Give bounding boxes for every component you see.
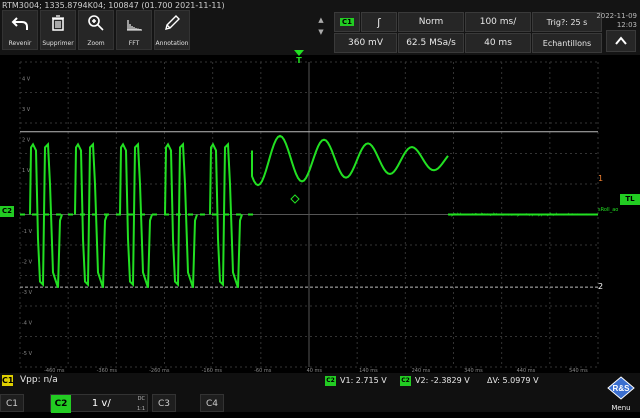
plot-annotation: sRoll_ao (598, 207, 618, 213)
cursor-1-label[interactable]: 1 (598, 174, 606, 184)
expand-button[interactable] (606, 30, 636, 52)
menu-button[interactable]: R&S Menu (604, 376, 638, 412)
acquisition-mode-cell[interactable]: Echantillons (532, 33, 602, 53)
y-tick-label: 3 V (22, 107, 31, 113)
y-tick-label: 1 V (22, 168, 31, 174)
trigger-level-cell[interactable]: 360 mV (334, 33, 397, 53)
zoom-button[interactable]: Zoom (78, 10, 114, 50)
annotation-label: Annotation (155, 40, 189, 47)
channel-2-badge: C2 (51, 395, 71, 413)
delete-label: Supprimer (41, 40, 75, 47)
zoom-label: Zoom (79, 40, 113, 47)
fft-label: FFT (117, 40, 151, 47)
sample-rate-cell[interactable]: 62.5 MSa/s (398, 33, 464, 53)
top-toolbar: RTM3004; 1335.8794K04; 100847 (01.700 20… (0, 0, 640, 55)
menu-label: Menu (604, 404, 638, 412)
undo-label: Revenir (3, 40, 37, 47)
trigger-mode-cell[interactable]: Norm (398, 12, 464, 32)
chevron-up-icon: ▲ (316, 14, 326, 26)
y-tick-label: -2 V (22, 259, 33, 265)
y-axis-labels: 4 V 3 V 2 V 1 V -1 V -2 V -3 V -4 V -5 V (22, 76, 33, 357)
datetime: 2022-11-09 12:03 (596, 12, 637, 30)
trigger-level-marker[interactable]: TL (620, 194, 640, 205)
cursor-2-label[interactable]: 2 (598, 282, 606, 292)
cursor-delta-value: ΔV: 5.0979 V (487, 376, 539, 385)
undo-arrow-icon (11, 15, 29, 31)
time-text: 12:03 (596, 21, 637, 30)
date-text: 2022-11-09 (596, 12, 637, 21)
channel-3-button[interactable]: C3 (152, 394, 176, 412)
channel-2-button[interactable]: C2 1 v/ DC 1:1 (50, 394, 148, 412)
channel-4-button[interactable]: C4 (200, 394, 224, 412)
trigger-point-icon (291, 195, 299, 203)
logo-text: R&S (613, 384, 631, 393)
measurement-channel-badge: C1 (2, 375, 13, 386)
trigger-marker-label: T (296, 56, 301, 65)
channel-1-button[interactable]: C1 (0, 394, 24, 412)
pencil-icon (163, 15, 181, 31)
trigger-edge-cell[interactable]: ʃ (361, 12, 397, 32)
zoom-magnifier-icon (87, 15, 105, 31)
cursor-v1-value: V1: 2.715 V (340, 376, 387, 385)
y-tick-label: 2 V (22, 137, 31, 143)
waveform-display[interactable]: 4 V3 V2 V1 V-1 V-2 V-3 V-4 V-5 V -460 ms… (0, 55, 620, 373)
channel-2-probe: 1:1 (137, 400, 145, 418)
fft-button[interactable]: FFT (116, 10, 152, 50)
trigger-count-cell[interactable]: Trig?: 25 s (532, 12, 602, 32)
y-tick-label: -1 V (22, 229, 33, 235)
trigger-arrow-icon (294, 50, 304, 56)
v1-channel-badge: C2 (325, 376, 336, 386)
trigger-source-cell[interactable]: C1 (334, 12, 360, 32)
trigger-channel-badge: C1 (340, 18, 354, 26)
measurement-vpp[interactable]: Vpp: n/a (20, 375, 58, 385)
cursor-v2-value: V2: -2.3829 V (415, 376, 470, 385)
channel-2-scale: 1 v/ (92, 398, 111, 409)
trash-icon (49, 15, 67, 31)
annotation-button[interactable]: Annotation (154, 10, 190, 50)
fft-spectrum-icon (125, 15, 143, 31)
device-info: RTM3004; 1335.8794K04; 100847 (01.700 20… (2, 1, 225, 10)
trigger-position-marker[interactable]: T (293, 50, 305, 66)
v2-channel-badge: C2 (400, 376, 411, 386)
record-time-cell[interactable]: 40 ms (465, 33, 531, 53)
y-tick-label: -4 V (22, 320, 33, 326)
chevron-up-icon (614, 34, 628, 48)
time-scale-cell[interactable]: 100 ms/ (465, 12, 531, 32)
channel-offset-marker[interactable]: C2 (0, 206, 14, 217)
undo-button[interactable]: Revenir (2, 10, 38, 50)
rs-logo-icon: R&S (606, 376, 636, 400)
y-tick-label: -5 V (22, 351, 33, 357)
panel-scroll-arrows[interactable]: ▲ ▼ (316, 14, 326, 50)
y-tick-label: 4 V (22, 76, 31, 82)
delete-button[interactable]: Supprimer (40, 10, 76, 50)
chevron-down-icon: ▼ (316, 26, 326, 38)
y-tick-label: -3 V (22, 290, 33, 296)
